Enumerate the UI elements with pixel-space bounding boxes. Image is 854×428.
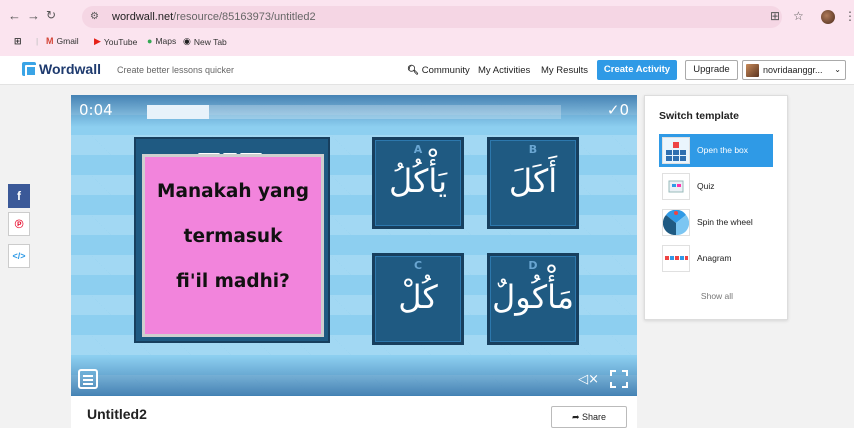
option-d[interactable]: D مَأْكُولٌ — [487, 253, 579, 345]
option-b[interactable]: B أَكَلَ — [487, 137, 579, 229]
gmail-icon: M — [46, 36, 54, 46]
share-label: Share — [582, 412, 607, 422]
bookmark-gmail[interactable]: M Gmail — [46, 36, 79, 46]
option-text: أَكَلَ — [508, 162, 558, 200]
tagline: Create better lessons quicker — [117, 65, 235, 75]
nav-my-activities[interactable]: My Activities — [478, 65, 530, 76]
maps-icon: ● — [147, 36, 153, 46]
browser-menu-icon[interactable]: ⋮ — [844, 9, 854, 23]
question-line: fi'il madhi? — [176, 271, 290, 292]
bookmarks-bar: ⊞ | M Gmail ▶ YouTube ● Maps ◉ New Tab — [0, 33, 854, 51]
template-label: Open the box — [697, 145, 749, 155]
embed-icon[interactable]: </> — [8, 244, 30, 268]
progress-fill — [147, 105, 210, 119]
question-card: Manakah yang termasuk fi'il madhi? — [142, 154, 324, 337]
translate-icon[interactable]: ⊞ — [770, 9, 780, 23]
option-letter: B — [528, 143, 538, 156]
chevron-down-icon: ⌄ — [834, 65, 841, 74]
panel-title: Switch template — [659, 110, 739, 122]
stage-bottom-bar — [71, 356, 637, 396]
profile-avatar[interactable] — [821, 10, 835, 24]
facebook-share-icon[interactable]: f — [8, 184, 30, 208]
nav-community-label: Community — [421, 65, 470, 76]
site-settings-icon[interactable]: ⚙ — [90, 6, 99, 28]
bookmark-youtube[interactable]: ▶ YouTube — [94, 36, 137, 47]
activity-title: Untitled2 — [87, 406, 147, 422]
wordwall-logo[interactable]: Wordwall — [22, 61, 101, 77]
nav-my-results[interactable]: My Results — [541, 65, 588, 76]
template-label: Quiz — [697, 181, 715, 191]
option-a[interactable]: A يَأْكُلُ — [372, 137, 464, 229]
question-line: termasuk — [183, 226, 283, 247]
address-row: ← → ↻ ⚙ wordwall.net/resource/85163973/u… — [0, 4, 854, 30]
reload-icon[interactable]: ↻ — [46, 8, 56, 22]
bookmark-maps[interactable]: ● Maps — [147, 36, 176, 46]
show-all-link[interactable]: Show all — [645, 291, 789, 301]
bookmark-label: Maps — [155, 36, 177, 46]
share-arrow-icon: ➦ — [571, 412, 580, 422]
share-button[interactable]: ➦ Share — [551, 406, 627, 428]
url-path: /resource/85163973/untitled2 — [173, 11, 316, 23]
template-label: Spin the wheel — [697, 217, 753, 227]
logo-text: Wordwall — [39, 61, 101, 77]
option-text: يَأْكُلُ — [388, 162, 448, 200]
timer: 0:04 — [79, 101, 113, 119]
new-tab-icon: ◉ — [183, 36, 191, 46]
bookmark-label: Gmail — [56, 36, 79, 46]
bookmark-new-tab[interactable]: ◉ New Tab — [183, 36, 227, 47]
option-letter: D — [528, 259, 538, 272]
spin-wheel-thumb-icon — [662, 209, 690, 236]
address-bar[interactable]: ⚙ wordwall.net/resource/85163973/untitle… — [82, 6, 782, 28]
template-spin-the-wheel[interactable]: Spin the wheel — [659, 206, 773, 239]
game-stage: 0:04 ✓0 Manakah yang termasuk fi'il madh… — [71, 95, 637, 396]
switch-template-panel: Switch template Open the box Quiz Spin t… — [644, 95, 788, 320]
anagram-thumb-icon — [662, 245, 690, 272]
youtube-icon: ▶ — [94, 36, 101, 46]
url-host: wordwall.net — [112, 11, 174, 23]
quiz-thumb-icon — [662, 173, 690, 200]
option-letter: C — [413, 259, 423, 272]
site-header: Wordwall Create better lessons quicker 🔍… — [0, 56, 854, 85]
mute-icon[interactable]: ◁× — [578, 372, 599, 387]
pinterest-share-icon[interactable]: ℗ — [8, 212, 30, 236]
user-avatar — [746, 64, 759, 77]
create-activity-button[interactable]: Create Activity — [597, 60, 677, 80]
open-the-box-thumb-icon — [662, 137, 690, 164]
upgrade-button[interactable]: Upgrade — [685, 60, 738, 80]
option-c[interactable]: C كُلْ — [372, 253, 464, 345]
question-box: Manakah yang termasuk fi'il madhi? — [134, 137, 330, 343]
game-menu-icon[interactable] — [78, 369, 98, 389]
fullscreen-icon[interactable] — [610, 370, 628, 388]
apps-icon[interactable]: ⊞ — [14, 36, 22, 47]
progress-bar — [147, 105, 561, 119]
score: ✓0 — [606, 101, 629, 119]
option-letter: A — [413, 143, 423, 156]
question-line: Manakah yang — [157, 181, 309, 202]
option-text: مَأْكُولٌ — [492, 278, 574, 316]
user-menu-button[interactable]: novridaanggr... ⌄ — [742, 60, 846, 80]
box-lid-decoration — [198, 143, 268, 156]
bookmark-label: YouTube — [103, 36, 138, 47]
back-icon[interactable]: ← — [8, 8, 21, 23]
username: novridaanggr... — [763, 65, 823, 75]
template-label: Anagram — [697, 253, 732, 263]
bookmark-label: New Tab — [193, 36, 227, 47]
template-quiz[interactable]: Quiz — [659, 170, 773, 203]
activity-info-bar: Untitled2 ➦ Share — [71, 396, 637, 428]
search-icon: 🔍︎ — [407, 65, 420, 76]
bookmark-star-icon[interactable]: ☆ — [793, 9, 804, 23]
bookmark-divider: | — [36, 36, 39, 46]
browser-chrome: ← → ↻ ⚙ wordwall.net/resource/85163973/u… — [0, 0, 854, 56]
logo-icon — [22, 62, 37, 77]
template-anagram[interactable]: Anagram — [659, 242, 773, 275]
forward-icon[interactable]: → — [27, 8, 40, 23]
nav-community[interactable]: 🔍︎ Community — [407, 65, 470, 76]
template-open-the-box[interactable]: Open the box — [659, 134, 773, 167]
option-text: كُلْ — [398, 278, 438, 316]
